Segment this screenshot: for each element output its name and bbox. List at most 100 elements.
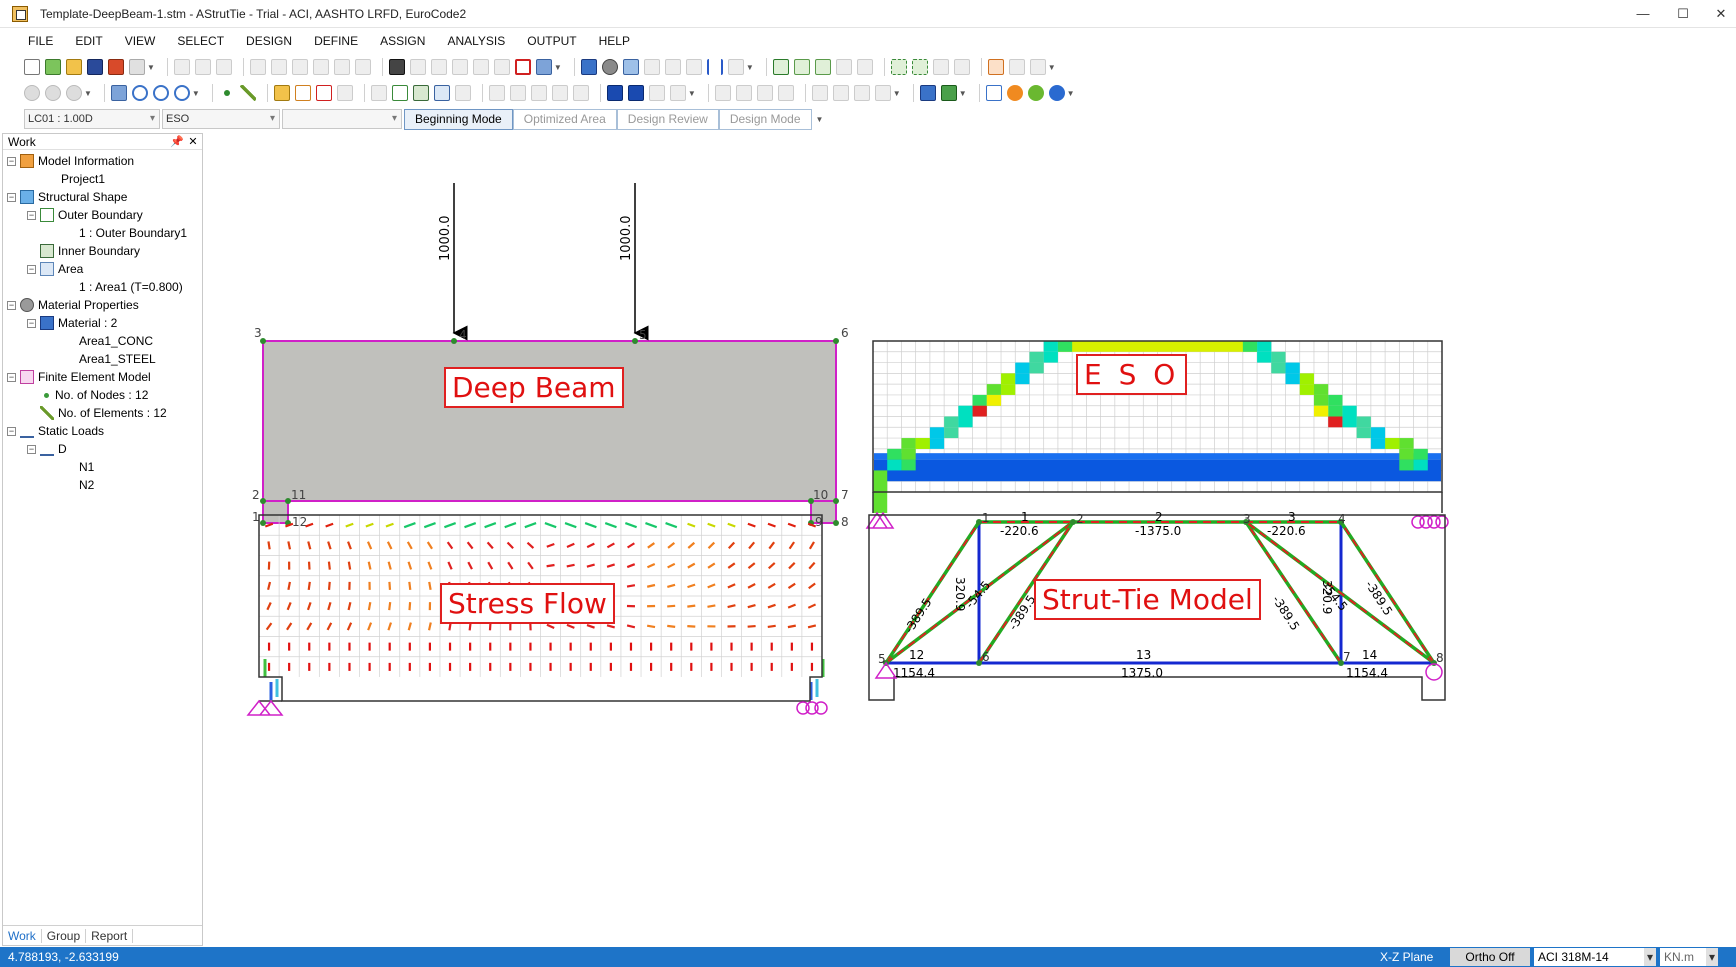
tree-project[interactable]: Project1 — [3, 170, 202, 188]
load-tool-icon[interactable] — [777, 85, 794, 101]
model-drawing[interactable]: 1000.0 1000.0 1 2 3 4 5 6 7 8 9 10 11 12… — [205, 133, 1736, 946]
pin-icon[interactable]: 📌 — [170, 135, 184, 148]
select-element-icon[interactable] — [814, 59, 831, 75]
design-tool-icon[interactable] — [832, 85, 849, 101]
design-tool-icon[interactable] — [874, 85, 891, 101]
chevron-down-icon[interactable]: ▼ — [1048, 63, 1056, 72]
zoom-out-icon[interactable] — [152, 85, 169, 101]
print-icon[interactable] — [129, 59, 145, 75]
node-4[interactable] — [451, 338, 457, 344]
load-case-select[interactable]: LC01 : 1.00D — [24, 109, 160, 129]
chevron-down-icon[interactable]: ▼ — [816, 115, 824, 124]
tree-inner-boundary[interactable]: Inner Boundary — [3, 242, 202, 260]
refresh-icon[interactable] — [66, 85, 82, 101]
node-5[interactable] — [632, 338, 638, 344]
report-icon[interactable] — [514, 59, 531, 75]
tree-model-information[interactable]: − Model Information — [3, 152, 202, 170]
node-7[interactable] — [833, 498, 839, 504]
cross-select-icon[interactable] — [911, 59, 928, 75]
tree-elements[interactable]: No. of Elements : 12 — [3, 404, 202, 422]
node-2[interactable] — [260, 498, 266, 504]
menu-file[interactable]: FILE — [24, 31, 57, 51]
view-tool-icon[interactable] — [685, 59, 702, 75]
truss-tool-icon[interactable] — [572, 85, 589, 101]
tree-static-loads[interactable]: − Static Loads — [3, 422, 202, 440]
save-as-icon[interactable] — [108, 59, 124, 75]
edit-tool-icon[interactable] — [249, 59, 266, 75]
redo-icon[interactable] — [194, 59, 211, 75]
select-tool-icon[interactable] — [835, 59, 852, 75]
node-8[interactable] — [833, 520, 839, 526]
minimize-button[interactable]: — — [1628, 4, 1658, 24]
chevron-down-icon[interactable]: ▼ — [84, 89, 92, 98]
redraw-icon[interactable] — [110, 85, 127, 101]
load-arrows-icon[interactable] — [706, 59, 723, 75]
chevron-down-icon[interactable]: ▼ — [1067, 89, 1075, 98]
collapse-icon[interactable]: − — [7, 426, 16, 436]
support-tool-icon[interactable] — [648, 85, 665, 101]
support-icon[interactable] — [606, 85, 623, 101]
zoom-in-icon[interactable] — [131, 85, 148, 101]
collapse-icon[interactable]: − — [27, 318, 36, 328]
grid-tool-icon[interactable] — [451, 59, 468, 75]
edit-tool-icon[interactable] — [333, 59, 350, 75]
new-file-icon[interactable] — [24, 59, 40, 75]
inner-boundary-icon[interactable] — [412, 85, 429, 101]
menu-select[interactable]: SELECT — [173, 31, 228, 51]
select-icon[interactable] — [772, 59, 789, 75]
save-icon[interactable] — [87, 59, 103, 75]
beginning-mode-button[interactable]: Beginning Mode — [404, 108, 513, 130]
web-icon[interactable] — [1027, 85, 1044, 101]
select-tool-icon[interactable] — [1008, 59, 1025, 75]
grid-tool-icon[interactable] — [430, 59, 447, 75]
delete-icon[interactable] — [315, 85, 332, 101]
collapse-icon[interactable]: − — [27, 264, 36, 274]
tab-work[interactable]: Work — [3, 928, 42, 943]
chevron-down-icon[interactable]: ▼ — [192, 89, 200, 98]
design-code-select[interactable]: ACI 318M-14 — [1534, 948, 1656, 966]
grid-tool-icon[interactable] — [472, 59, 489, 75]
design-review-button[interactable]: Design Review — [616, 108, 719, 130]
collapse-icon[interactable]: − — [27, 210, 36, 220]
close-icon[interactable]: ✕ — [186, 135, 200, 148]
load-tool-icon[interactable] — [756, 85, 773, 101]
export-icon[interactable] — [535, 59, 552, 75]
boundary-icon[interactable] — [391, 85, 408, 101]
edit-tool-icon[interactable] — [312, 59, 329, 75]
window-select-icon[interactable] — [890, 59, 907, 75]
truss-tool-icon[interactable] — [551, 85, 568, 101]
tree-fe-model[interactable]: − Finite Element Model — [3, 368, 202, 386]
menu-edit[interactable]: EDIT — [71, 31, 106, 51]
unit-select[interactable]: KN.m — [1660, 948, 1718, 966]
tab-group[interactable]: Group — [42, 928, 87, 943]
chevron-down-icon[interactable]: ▼ — [554, 63, 562, 72]
support-tool-icon[interactable] — [669, 85, 686, 101]
zoom-window-icon[interactable] — [173, 85, 190, 101]
view-tool-icon[interactable] — [643, 59, 660, 75]
model-canvas[interactable]: 1000.0 1000.0 1 2 3 4 5 6 7 8 9 10 11 12… — [205, 133, 1736, 946]
edit-tool-icon[interactable] — [291, 59, 308, 75]
chevron-down-icon[interactable]: ▼ — [688, 89, 696, 98]
tree-outer-boundary[interactable]: − Outer Boundary — [3, 206, 202, 224]
collapse-icon[interactable]: − — [7, 192, 16, 202]
select-node-icon[interactable] — [793, 59, 810, 75]
node-1[interactable] — [260, 520, 266, 526]
window-cascade-icon[interactable] — [940, 85, 957, 101]
chevron-down-icon[interactable]: ▼ — [893, 89, 901, 98]
select-tool-icon[interactable] — [856, 59, 873, 75]
edit-tool-icon[interactable] — [454, 85, 471, 101]
menu-assign[interactable]: ASSIGN — [376, 31, 429, 51]
grid-tool-icon[interactable] — [409, 59, 426, 75]
select-tool-icon[interactable] — [1029, 59, 1046, 75]
menu-analysis[interactable]: ANALYSIS — [443, 31, 509, 51]
tree-material-properties[interactable]: − Material Properties — [3, 296, 202, 314]
play-icon[interactable] — [24, 85, 40, 101]
menu-define[interactable]: DEFINE — [310, 31, 362, 51]
edit-area-icon[interactable] — [273, 85, 290, 101]
area-icon[interactable] — [433, 85, 450, 101]
tree-load-n2[interactable]: N2 — [3, 476, 202, 494]
view-tool-icon[interactable] — [664, 59, 681, 75]
gear-icon[interactable] — [601, 59, 618, 75]
view-tool-icon[interactable] — [727, 59, 744, 75]
select-tool-icon[interactable] — [953, 59, 970, 75]
